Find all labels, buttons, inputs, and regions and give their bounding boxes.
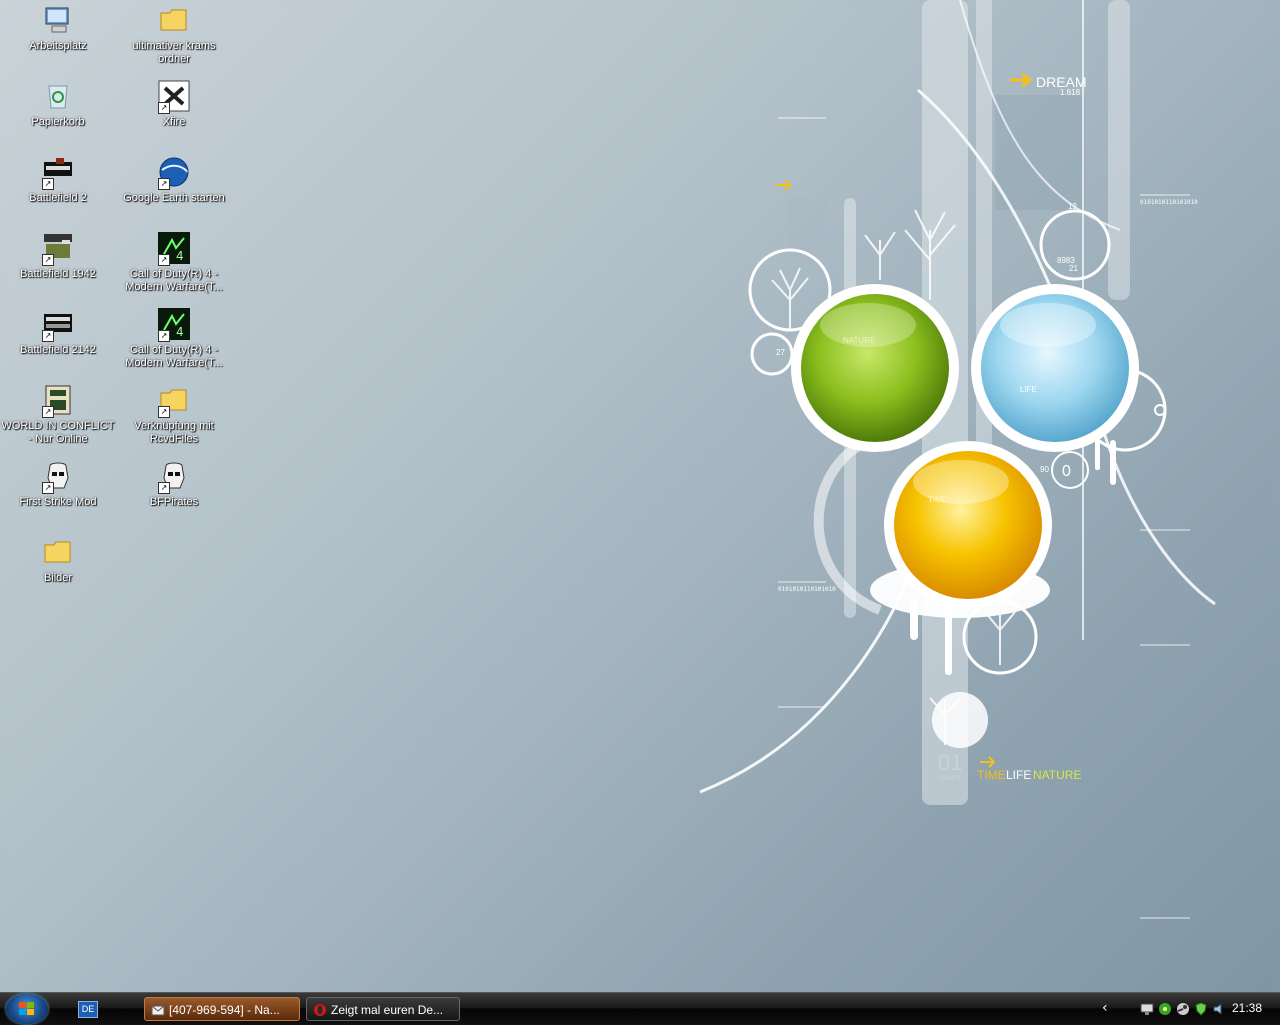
wallpaper-hatch	[995, 95, 1085, 210]
wallpaper-drip	[945, 605, 952, 675]
opera-icon	[314, 1004, 326, 1016]
speaker-icon[interactable]	[1212, 1002, 1226, 1016]
green-flower-icon[interactable]	[1158, 1002, 1172, 1016]
shortcut-arrow-icon: ↗	[158, 254, 170, 266]
bottom-life: LIFE	[1006, 768, 1031, 782]
desktop-icon-xfire[interactable]: ↗ Xfire	[116, 78, 232, 150]
shortcut-arrow-icon: ↗	[42, 406, 54, 418]
arrow-icon	[980, 756, 996, 768]
desktop[interactable]: DREAM 1.618 NATURE LIFE TIME 12 8983 21 …	[0, 0, 1280, 992]
desktop-icon-label: Verknüpfung mit RcvdFiles	[134, 420, 214, 445]
show-hidden-icons-chevron-icon[interactable]: ‹	[1102, 1000, 1108, 1016]
shortcut-arrow-icon: ↗	[158, 102, 170, 114]
shortcut-arrow-icon: ↗	[42, 330, 54, 342]
desktop-icon-label: BFPirates	[149, 496, 199, 508]
desktop-icon-label: Call of Duty(R) 4 - Modern Warfare(T...	[125, 268, 223, 293]
wallpaper-dot	[932, 692, 988, 748]
desktop-icon-papierkorb[interactable]: Papierkorb	[0, 78, 116, 150]
shortcut-arrow-icon: ↗	[158, 178, 170, 190]
desktop-icon-label: Call of Duty(R) 4 - Modern Warfare(T...	[125, 344, 223, 369]
desktop-icon-battlefield-2142[interactable]: ↗ Battlefield 2142	[0, 306, 116, 378]
clock[interactable]: 21:38	[1232, 1001, 1262, 1015]
arrow-icon	[776, 179, 792, 191]
desktop-icon-label: Arbeitsplatz	[29, 40, 87, 52]
desktop-icon-label: Bilder	[43, 572, 73, 584]
number-21: 21	[1069, 264, 1078, 273]
wallpaper-drip	[1110, 440, 1116, 485]
desktop-icon-label: First Strike Mod	[19, 496, 97, 508]
binary-text: 0101010110101010	[778, 586, 836, 593]
system-tray: ‹ 21:38	[1098, 993, 1280, 1025]
number-01: 01	[938, 750, 962, 775]
desktop-icon-label: Battlefield 2	[29, 192, 87, 204]
desktop-icon-google-earth[interactable]: ↗ Google Earth starten	[116, 154, 232, 226]
taskbar-button-messenger[interactable]: [407-969-594] - Na...	[144, 997, 300, 1021]
wallpaper-bar	[1108, 0, 1130, 300]
nature-small: nature	[938, 773, 961, 782]
shield-icon[interactable]	[1194, 1002, 1208, 1016]
shortcut-arrow-icon: ↗	[42, 482, 54, 494]
desktop-icon-cod4[interactable]: 4 ↗ Call of Duty(R) 4 - Modern Warfare(T…	[116, 306, 232, 378]
network-icon[interactable]	[1140, 1002, 1154, 1016]
number-12: 12	[1068, 202, 1077, 211]
desktop-icon-bfpirates[interactable]: ↗ BFPirates	[116, 458, 232, 530]
svg-text:4: 4	[176, 249, 184, 263]
desktop-icon-arbeitsplatz[interactable]: Arbeitsplatz	[0, 2, 116, 74]
taskbar: DE [407-969-594] - Na... Zeigt mal euren…	[0, 992, 1280, 1025]
language-indicator[interactable]: DE	[78, 1001, 98, 1018]
time-label: TIME	[928, 495, 947, 504]
desktop-icon-cod4[interactable]: 4 ↗ Call of Duty(R) 4 - Modern Warfare(T…	[116, 230, 232, 302]
number-27: 27	[776, 348, 785, 357]
shortcut-arrow-icon: ↗	[158, 482, 170, 494]
orb-highlight	[1000, 303, 1096, 347]
taskbar-button-label: Zeigt mal euren De...	[331, 1003, 444, 1017]
desktop-icon-bilder[interactable]: Bilder	[0, 534, 116, 606]
mail-icon	[151, 1005, 165, 1016]
bottom-time: TIME	[977, 768, 1006, 782]
desktop-icon-label: ultimativer krams ordner	[132, 40, 216, 65]
arrow-icon	[1010, 72, 1033, 88]
binary-text: 0101010110101010	[1140, 199, 1198, 206]
desktop-icon-krams-ordner[interactable]: ultimativer krams ordner	[116, 2, 232, 74]
wallpaper-drip	[910, 600, 918, 640]
shortcut-arrow-icon: ↗	[42, 254, 54, 266]
number-90: 90	[1040, 465, 1049, 474]
taskbar-button-opera[interactable]: Zeigt mal euren De...	[306, 997, 460, 1021]
desktop-icon-battlefield-1942[interactable]: ↗ Battlefield 1942	[0, 230, 116, 302]
number-0: 0	[1062, 463, 1071, 480]
desktop-icon-label: WORLD IN CONFLICT - Nur Online	[1, 420, 115, 445]
shortcut-arrow-icon: ↗	[158, 406, 170, 418]
wallpaper-ring	[750, 332, 794, 376]
desktop-icon-label: Battlefield 2142	[20, 344, 96, 356]
shortcut-arrow-icon: ↗	[158, 330, 170, 342]
desktop-icon-battlefield-2[interactable]: ↗ Battlefield 2	[0, 154, 116, 226]
computer-icon	[45, 7, 69, 33]
desktop-icon-world-in-conflict[interactable]: ↗ WORLD IN CONFLICT - Nur Online	[0, 382, 116, 454]
desktop-icon-label: Xfire	[162, 116, 186, 128]
dream-number: 1.618	[1060, 88, 1081, 97]
folder-icon	[44, 541, 71, 563]
bottom-nature: NATURE	[1033, 768, 1081, 782]
start-button[interactable]	[6, 994, 48, 1024]
folder-icon	[160, 9, 187, 31]
wallpaper-drip	[1095, 440, 1100, 470]
taskbar-button-label: [407-969-594] - Na...	[169, 1003, 280, 1017]
svg-text:4: 4	[176, 325, 184, 339]
windows-logo-icon	[19, 1002, 34, 1015]
life-label: LIFE	[1020, 385, 1037, 394]
desktop-icon-rcvdfiles[interactable]: ↗ Verknüpfung mit RcvdFiles	[116, 382, 232, 454]
steam-icon[interactable]	[1176, 1002, 1190, 1016]
recycle-bin-icon	[48, 85, 68, 109]
desktop-icon-first-strike-mod[interactable]: ↗ First Strike Mod	[0, 458, 116, 530]
shortcut-arrow-icon: ↗	[42, 178, 54, 190]
desktop-icon-label: Google Earth starten	[123, 192, 225, 204]
desktop-icon-label: Papierkorb	[31, 116, 85, 128]
nature-label: NATURE	[843, 336, 875, 345]
desktop-icon-label: Battlefield 1942	[20, 268, 96, 280]
